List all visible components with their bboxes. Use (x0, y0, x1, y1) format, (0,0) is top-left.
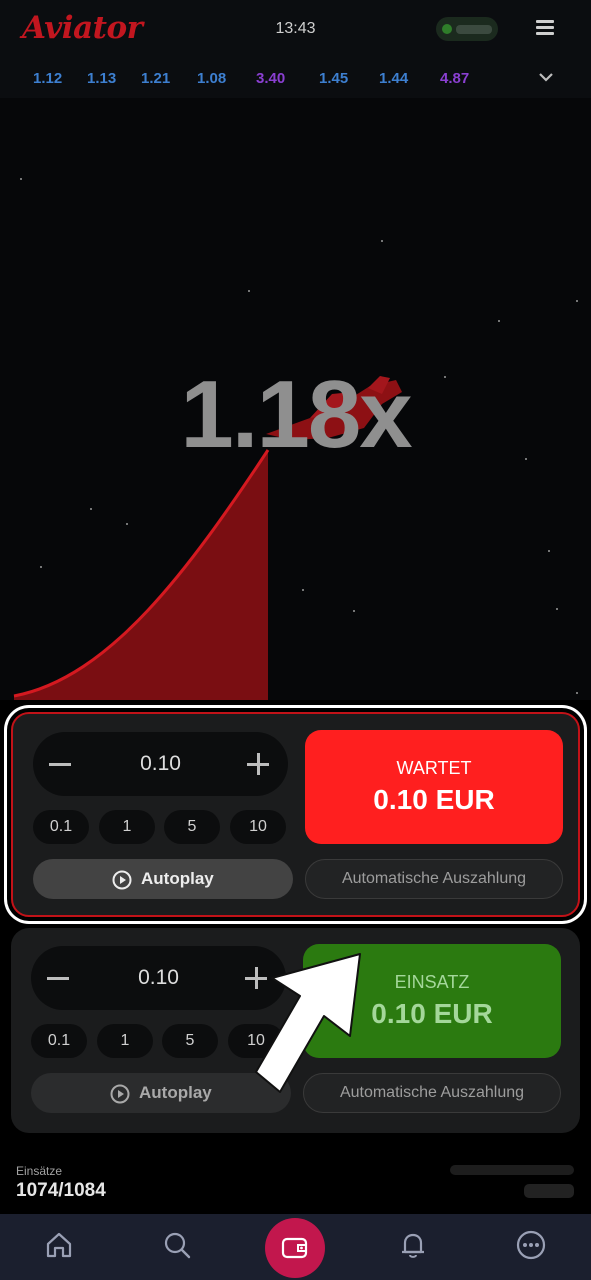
history-item: 1.13 (87, 70, 117, 87)
bell-icon[interactable] (396, 1228, 430, 1262)
history-item: 1.45 (319, 70, 349, 87)
history-item: 1.08 (197, 70, 227, 87)
wallet-button[interactable] (265, 1218, 325, 1278)
history-item: 1.44 (379, 70, 409, 87)
clock: 13:43 (275, 20, 316, 37)
bet-amount-stepper: 0.10 (31, 946, 286, 1010)
game-canvas: 1.18x (0, 98, 591, 700)
history-item: 3.40 (256, 70, 286, 87)
bet-button-amount: 0.10 EUR (373, 784, 495, 815)
chevron-down-icon[interactable] (537, 70, 555, 84)
multiplier-history: 1.12 1.13 1.21 1.08 3.40 1.45 1.44 4.87 (0, 58, 591, 98)
autoplay-label: Autoplay (141, 869, 214, 888)
search-icon[interactable] (160, 1228, 194, 1262)
current-multiplier: 1.18x (180, 361, 412, 468)
quick-amount-button[interactable]: 10 (230, 810, 286, 844)
plus-icon[interactable] (245, 752, 271, 778)
menu-icon[interactable] (536, 20, 556, 36)
quick-amount-button[interactable]: 0.1 (31, 1024, 87, 1058)
bottom-nav (0, 1214, 591, 1280)
history-item: 4.87 (440, 70, 470, 87)
quick-amount-button[interactable]: 1 (97, 1024, 153, 1058)
quick-amount-button[interactable]: 0.1 (33, 810, 89, 844)
autoplay-icon (112, 870, 132, 890)
minus-icon[interactable] (47, 752, 73, 778)
blurred-info (524, 1184, 574, 1198)
blurred-info (450, 1165, 574, 1175)
balance-value-blurred (456, 25, 492, 34)
minus-icon[interactable] (45, 966, 71, 992)
home-icon[interactable] (42, 1228, 76, 1262)
autoplay-label: Autoplay (139, 1083, 212, 1102)
bet-button-title: WARTET (396, 758, 472, 778)
wallet-icon (281, 1237, 308, 1259)
bet-amount-input[interactable]: 0.10 (91, 966, 226, 990)
bets-stats: Einsätze 1074/1084 (0, 1150, 591, 1214)
quick-amount-button[interactable]: 5 (164, 810, 220, 844)
bets-label: Einsätze (16, 1164, 63, 1178)
more-icon[interactable] (514, 1228, 548, 1262)
bet-panel-1: 0.10 0.1 1 5 10 Autoplay Automatische Au… (11, 712, 580, 917)
history-item: 1.21 (141, 70, 171, 87)
quick-amount-button[interactable]: 1 (99, 810, 155, 844)
balance-badge[interactable] (436, 17, 498, 41)
autoplay-icon (110, 1084, 130, 1104)
quick-amount-button[interactable]: 5 (162, 1024, 218, 1058)
bet-amount-input[interactable]: 0.10 (93, 752, 228, 776)
balance-dot-icon (442, 24, 452, 34)
bet-amount-stepper: 0.10 (33, 732, 288, 796)
history-item: 1.12 (33, 70, 63, 87)
autoplay-button[interactable]: Autoplay (33, 859, 293, 899)
app-header: Aviator 13:43 (0, 0, 591, 58)
pointer-arrow-icon (255, 953, 361, 1093)
bets-count: 1074/1084 (16, 1180, 106, 1201)
auto-cashout-button[interactable]: Automatische Auszahlung (305, 859, 563, 899)
waiting-bet-button[interactable]: WARTET 0.10 EUR (305, 730, 563, 844)
